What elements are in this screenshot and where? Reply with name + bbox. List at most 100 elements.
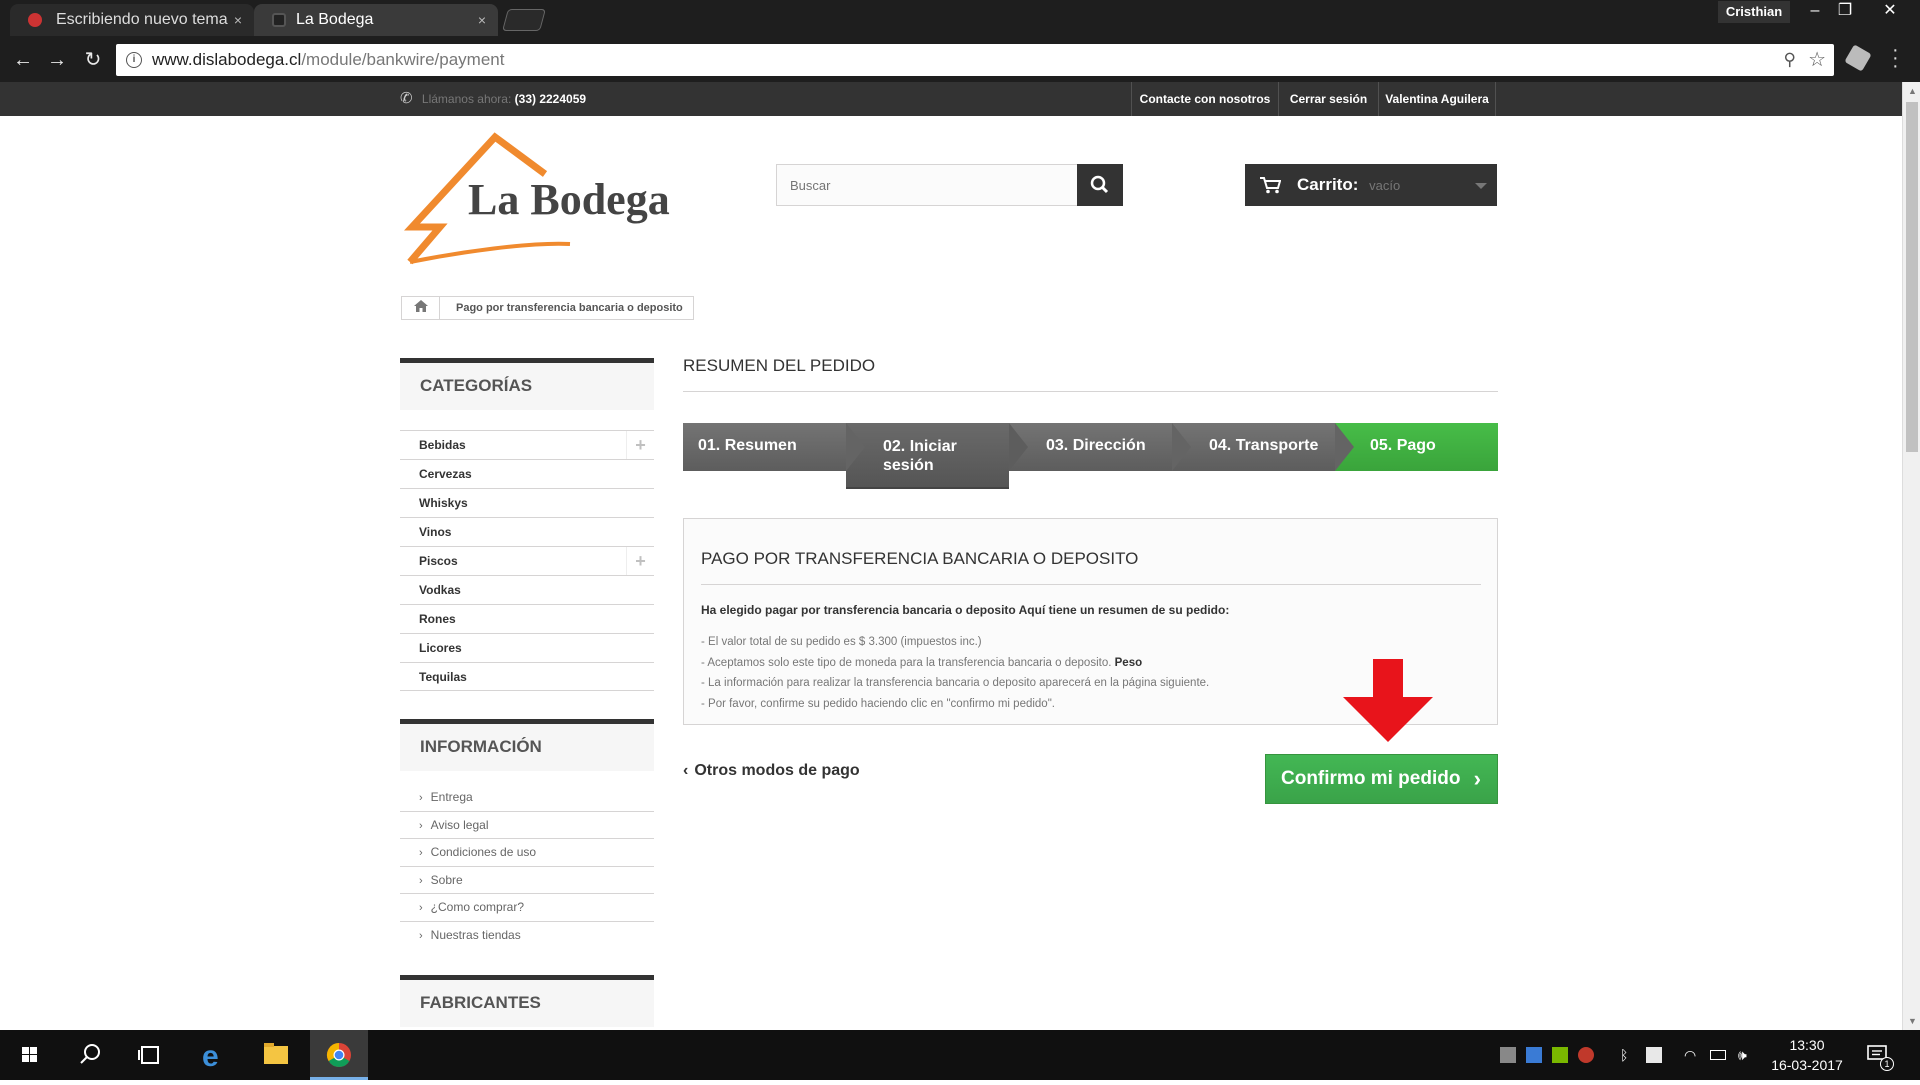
site-info-icon[interactable]: i — [126, 52, 142, 68]
account-link[interactable]: Valentina Aguilera — [1378, 82, 1496, 116]
category-item-vodkas[interactable]: Vodkas — [400, 575, 654, 604]
search-icon — [1090, 175, 1109, 194]
edge-taskbar-button[interactable]: e — [188, 1030, 240, 1080]
profile-user-button[interactable]: Cristhian — [1718, 1, 1790, 23]
search-icon — [80, 1044, 100, 1064]
tray-monitor-icon[interactable] — [1500, 1047, 1516, 1063]
category-item-licores[interactable]: Licores — [400, 633, 654, 662]
confirm-order-button[interactable]: Confirmo mi pedido › — [1265, 754, 1498, 804]
category-item-cervezas[interactable]: Cervezas — [400, 459, 654, 488]
clock-time[interactable]: 13:30 — [1762, 1035, 1852, 1055]
security-shield-icon[interactable] — [1646, 1047, 1662, 1063]
battery-icon[interactable] — [1710, 1050, 1726, 1060]
step-pago[interactable]: 05. Pago — [1335, 423, 1498, 471]
tray-antivirus-icon[interactable] — [1578, 1047, 1594, 1063]
payment-confirm-line: - Por favor, confirme su pedido haciendo… — [701, 698, 1055, 711]
info-link-entrega[interactable]: › Entrega — [400, 784, 654, 812]
la-bodega-favicon-icon — [272, 13, 286, 27]
chrome-taskbar-button[interactable] — [310, 1030, 368, 1080]
bookmark-star-icon[interactable]: ☆ — [1808, 47, 1826, 72]
contact-link[interactable]: Contacte con nosotros — [1131, 82, 1278, 116]
expand-plus-icon[interactable]: + — [626, 431, 654, 459]
scroll-down-icon[interactable]: ▼ — [1908, 1016, 1917, 1026]
tab-title: Escribiendo nuevo tema — [56, 11, 228, 28]
notification-count-badge: 1 — [1880, 1057, 1894, 1071]
file-explorer-taskbar-button[interactable] — [250, 1030, 302, 1080]
tab-close-icon[interactable]: × — [234, 4, 242, 36]
page-scrollbar[interactable]: ▲ ▼ — [1902, 82, 1920, 1030]
cart-button[interactable]: Carrito: vacío — [1245, 164, 1497, 206]
restore-button[interactable]: ❐ — [1830, 0, 1860, 24]
logout-link[interactable]: Cerrar sesión — [1278, 82, 1378, 116]
expand-plus-icon[interactable]: + — [626, 547, 654, 575]
forum-favicon-icon — [28, 13, 42, 27]
tab-title: La Bodega — [296, 11, 374, 28]
address-bar[interactable]: i www.dislabodega.cl/module/bankwire/pay… — [116, 44, 1834, 76]
task-view-button[interactable] — [124, 1030, 176, 1080]
bluetooth-icon[interactable]: ᛒ — [1620, 1047, 1636, 1063]
scroll-up-icon[interactable]: ▲ — [1908, 86, 1917, 96]
scrollbar-thumb[interactable] — [1906, 102, 1918, 452]
category-item-rones[interactable]: Rones — [400, 604, 654, 633]
search-taskbar-button[interactable] — [64, 1030, 116, 1080]
category-item-vinos[interactable]: Vinos — [400, 517, 654, 546]
payment-title: PAGO POR TRANSFERENCIA BANCARIA O DEPOSI… — [701, 549, 1481, 585]
tray-app-icon[interactable] — [1526, 1047, 1542, 1063]
svg-text:e: e — [202, 1040, 219, 1073]
payment-total-line: - El valor total de su pedido es $ 3.300… — [701, 636, 982, 648]
search-input[interactable] — [777, 165, 1077, 205]
chrome-menu-icon[interactable]: · · · — [1892, 40, 1902, 76]
url-text[interactable]: www.dislabodega.cl/module/bankwire/payme… — [152, 44, 504, 76]
breadcrumb: Pago por transferencia bancaria o deposi… — [401, 296, 694, 320]
step-resumen[interactable]: 01. Resumen — [683, 423, 865, 471]
info-link-sobre[interactable]: › Sobre — [400, 867, 654, 894]
back-arrow-icon[interactable]: ← — [10, 48, 36, 72]
information-title: INFORMACIÓN — [400, 719, 654, 771]
chevron-left-icon: ‹ — [683, 762, 689, 779]
info-link-aviso-legal[interactable]: › Aviso legal — [400, 812, 654, 839]
new-tab-button[interactable] — [502, 9, 546, 31]
chevron-right-icon: › — [419, 847, 423, 859]
start-button[interactable] — [4, 1030, 56, 1080]
category-item-whiskys[interactable]: Whiskys — [400, 488, 654, 517]
category-item-piscos[interactable]: Piscos + — [400, 546, 654, 575]
step-transporte[interactable]: 04. Transporte — [1172, 423, 1354, 471]
search-field[interactable] — [776, 164, 1078, 206]
wifi-icon[interactable]: ◠ — [1684, 1047, 1700, 1063]
zoom-icon[interactable]: ⚲ — [1784, 50, 1796, 70]
categories-title: CATEGORÍAS — [400, 358, 654, 410]
info-link-tiendas[interactable]: › Nuestras tiendas — [400, 922, 654, 950]
info-link-condiciones[interactable]: › Condiciones de uso — [400, 839, 654, 867]
reload-icon[interactable]: ↻ — [80, 48, 106, 72]
windows-logo-icon — [22, 1047, 37, 1062]
phone-number: (33) 2224059 — [514, 92, 587, 106]
action-center-button[interactable]: 1 — [1866, 1043, 1894, 1071]
tab-strip: Escribiendo nuevo tema × La Bodega × Cri… — [0, 0, 1920, 36]
tab-la-bodega[interactable]: La Bodega × — [254, 4, 498, 36]
categories-list: Bebidas + Cervezas Whiskys Vinos Piscos + … — [400, 430, 654, 691]
step-iniciar-sesion[interactable]: 02. Iniciar sesión — [846, 423, 1028, 489]
category-item-tequilas[interactable]: Tequilas — [400, 662, 654, 691]
forward-arrow-icon[interactable]: → — [44, 48, 70, 72]
close-window-button[interactable]: ✕ — [1875, 0, 1905, 24]
volume-icon[interactable]: 🕪 — [1738, 1047, 1754, 1063]
tab-escribiendo[interactable]: Escribiendo nuevo tema × — [10, 4, 254, 36]
extension-cube-icon[interactable] — [1844, 44, 1872, 72]
chevron-right-icon: › — [1473, 766, 1481, 791]
breadcrumb-home[interactable] — [402, 297, 440, 319]
tray-nvidia-icon[interactable] — [1552, 1047, 1568, 1063]
la-bodega-logo[interactable]: La Bodega — [400, 132, 740, 267]
minimize-button[interactable]: – — [1800, 0, 1830, 24]
info-link-como-comprar[interactable]: › ¿Como comprar? — [400, 894, 654, 922]
step-direccion[interactable]: 03. Dirección — [1009, 423, 1191, 471]
chrome-icon — [326, 1043, 351, 1068]
search-button[interactable] — [1077, 164, 1123, 206]
tab-close-icon[interactable]: × — [478, 4, 486, 36]
clock-date[interactable]: 16-03-2017 — [1762, 1055, 1852, 1075]
payment-details: - El valor total de su pedido es $ 3.300… — [701, 632, 1209, 715]
category-item-bebidas[interactable]: Bebidas + — [400, 430, 654, 459]
page-title: RESUMEN DEL PEDIDO — [683, 356, 1498, 392]
payment-currency-line: - Aceptamos solo este tipo de moneda par… — [701, 656, 1143, 669]
other-payment-methods-link[interactable]: ‹ Otros modos de pago — [683, 762, 860, 780]
manufacturers-title: FABRICANTES — [400, 975, 654, 1027]
